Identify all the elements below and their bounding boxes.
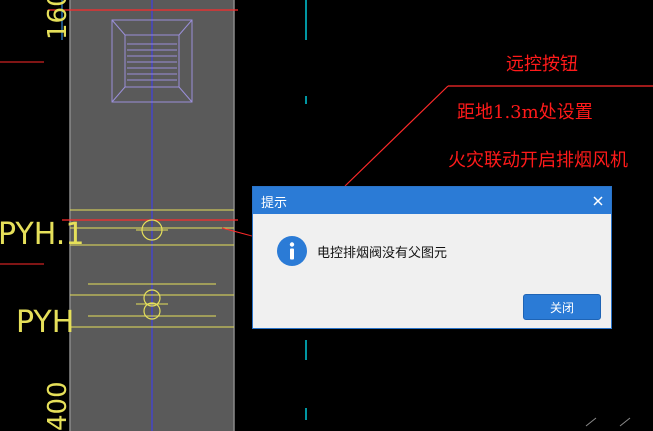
label-pyh-1: PYH.1 <box>0 217 84 252</box>
label-pyh: PYH <box>16 305 74 340</box>
dimension-top: 1600 <box>43 0 73 40</box>
dialog-body: 电控排烟阀没有父图元 关闭 <box>253 214 611 330</box>
close-icon[interactable] <box>585 187 611 214</box>
close-button[interactable]: 关闭 <box>523 294 601 320</box>
dimension-bottom: 400 <box>43 381 73 431</box>
message-dialog: 提示 电控排烟阀没有父图元 关闭 <box>252 186 612 329</box>
dialog-message: 电控排烟阀没有父图元 <box>317 246 448 261</box>
dialog-titlebar[interactable]: 提示 <box>253 187 611 214</box>
leader-line-annotation <box>344 85 449 187</box>
bottom-right-mark <box>585 417 597 427</box>
info-icon <box>277 236 307 266</box>
annotation-remote-button: 远控按钮 <box>506 54 578 75</box>
annotation-install-height: 距地1.3m处设置 <box>457 102 593 123</box>
annotation-fire-linkage: 火灾联动开启排烟风机 <box>448 150 628 171</box>
dialog-title: 提示 <box>261 196 288 211</box>
bottom-right-mark-2 <box>619 417 631 427</box>
